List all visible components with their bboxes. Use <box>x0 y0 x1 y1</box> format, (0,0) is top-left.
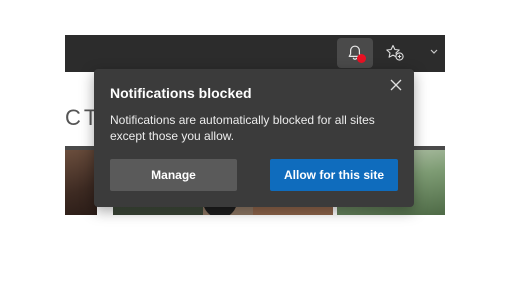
allow-for-this-site-button[interactable]: Allow for this site <box>270 159 398 191</box>
add-favorite-button[interactable] <box>377 38 413 68</box>
notifications-blocked-popup: Notifications blocked Notifications are … <box>94 69 414 207</box>
star-plus-icon <box>385 44 405 62</box>
popup-title: Notifications blocked <box>110 85 252 101</box>
chevron-icon <box>429 48 439 58</box>
close-icon <box>389 78 403 92</box>
notifications-button[interactable] <box>337 38 373 68</box>
screen: CTS Notifications blocked Notifications … <box>0 0 524 285</box>
product-image[interactable] <box>65 150 97 215</box>
more-tools-button[interactable] <box>423 38 445 68</box>
browser-toolbar <box>65 35 445 72</box>
close-button[interactable] <box>386 75 406 95</box>
manage-button[interactable]: Manage <box>110 159 237 191</box>
popup-message: Notifications are automatically blocked … <box>110 113 375 143</box>
blocked-alert-dot <box>357 54 366 63</box>
